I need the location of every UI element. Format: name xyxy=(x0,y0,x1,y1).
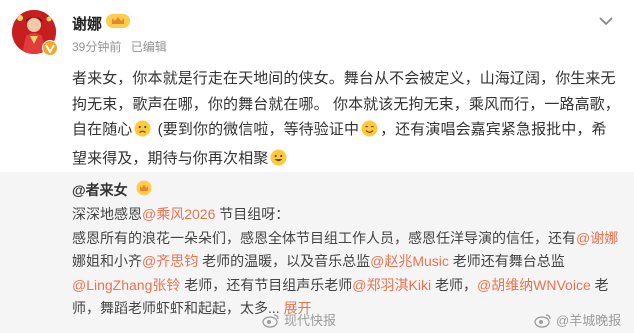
post-content: 者来女，你本就是行走在天地间的侠女。舞台从不会被定义，山海辽阔，你生来无拘无束，… xyxy=(72,66,620,174)
post-header: 谢娜 39分钟前 已编辑 xyxy=(0,0,634,66)
repost-line1-suffix: 节目组呀： xyxy=(215,206,290,222)
watermark-left-text: 现代快报 xyxy=(284,313,337,328)
verified-badge-icon xyxy=(42,40,58,56)
repost-para-text: 老师， xyxy=(431,276,477,293)
repost-para-text: 老师还有舞台总监 xyxy=(448,253,565,269)
mention-link[interactable]: @LingZhang张铃 xyxy=(72,277,180,293)
repost-line1-text: 深深地感恩 xyxy=(72,206,142,222)
repost-author[interactable]: @者来女 xyxy=(72,180,128,200)
repost-para-text: 老师的温暖，以及音乐总监 xyxy=(198,253,371,269)
mention-link[interactable]: @齐思钧 xyxy=(142,253,198,269)
repost-text: 深深地感恩@乘风2026 节目组呀： 感恩所有的浪花一朵朵们，感恩全体节目组工作人… xyxy=(72,203,624,321)
author-name[interactable]: 谢娜 xyxy=(72,13,102,34)
smile-emoji-icon xyxy=(361,120,378,146)
crown-badge-icon[interactable] xyxy=(106,12,130,35)
weibo-logo-icon xyxy=(262,313,280,331)
watermark-right: @羊城晚报 xyxy=(534,310,621,331)
crown-badge-icon[interactable] xyxy=(136,180,152,201)
post-meta: 39分钟前 已编辑 xyxy=(72,38,173,55)
post-time[interactable]: 39分钟前 xyxy=(72,40,121,54)
watermark-left: 现代快报 xyxy=(262,310,336,331)
repost-para-text: 感恩所有的浪花一朵朵们，感恩全体节目组工作人员，感恩任洋导演的信任，还有 xyxy=(72,229,576,246)
mention-link[interactable]: @赵兆Music xyxy=(370,253,449,269)
repost-card[interactable]: @者来女 深深地感恩@乘风2026 节目组呀： 感恩所有的浪花一朵朵们，感恩全体节… xyxy=(0,172,634,333)
grin-emoji-icon xyxy=(270,149,287,175)
mention-link[interactable]: @郑羽淇Kiki xyxy=(352,277,431,293)
more-chevron-icon[interactable] xyxy=(594,10,618,32)
watermark-right-text: @羊城晚报 xyxy=(556,313,622,328)
repost-para-text: 娜姐和小齐 xyxy=(72,253,142,269)
mention-link[interactable]: @谢娜 xyxy=(576,230,618,246)
content-text-2: (要到你的微信啦，等待验证中 xyxy=(153,121,360,138)
mention-link[interactable]: @乘风2026 xyxy=(142,206,215,222)
mention-link[interactable]: @胡维纳WNVoice xyxy=(477,277,591,293)
weibo-logo-icon xyxy=(534,313,552,331)
edited-label: 已编辑 xyxy=(130,40,167,54)
repost-para-text: 老师，还有节目组声乐老师 xyxy=(180,276,353,293)
frown-emoji-icon xyxy=(134,120,151,146)
